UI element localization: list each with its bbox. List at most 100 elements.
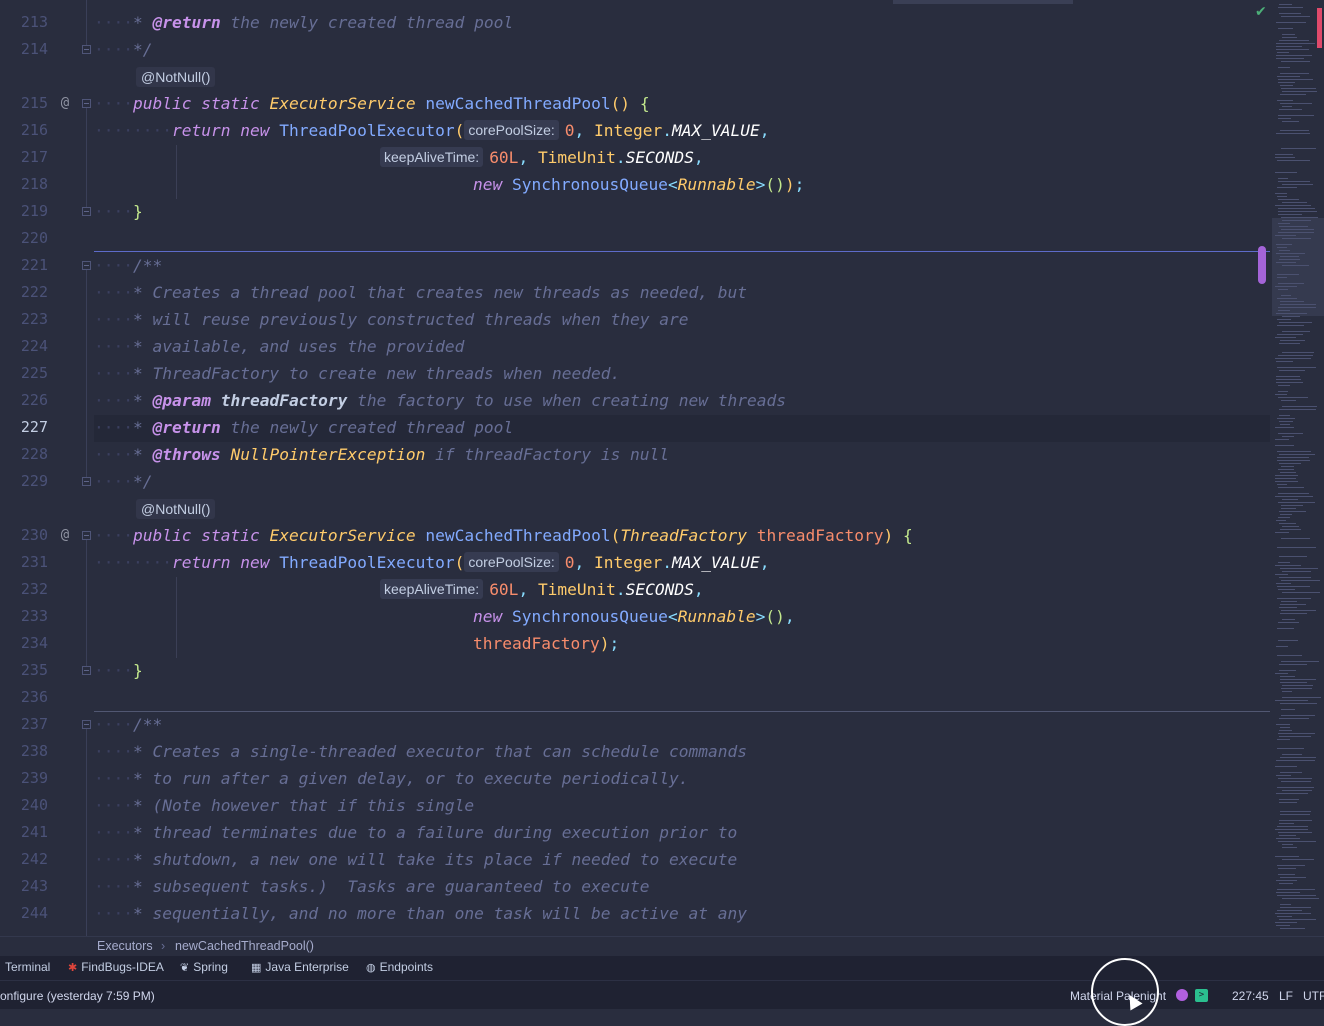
code-line: ····* @throws NullPointerException if th… [94, 445, 670, 464]
minimap-line [1280, 679, 1316, 680]
minimap-line [1280, 94, 1306, 95]
minimap-line [1276, 892, 1300, 893]
editor-scrollbar-thumb[interactable] [1258, 246, 1266, 284]
minimap-line [1281, 601, 1297, 602]
minimap-line [1276, 382, 1303, 383]
tool-terminal[interactable]: Terminal [5, 960, 50, 974]
fold-marker-icon[interactable] [82, 477, 91, 486]
minimap-line [1280, 301, 1304, 302]
minimap-line [1278, 502, 1315, 503]
breadcrumb-item[interactable]: newCachedThreadPool() [175, 939, 314, 953]
minimap-line [1277, 160, 1310, 161]
minimap-line [1278, 433, 1303, 434]
line-separator[interactable]: LF [1279, 989, 1293, 1003]
file-encoding[interactable]: UTF [1303, 989, 1324, 1003]
line-number: 238 [20, 742, 48, 760]
line-number: 229 [20, 472, 48, 490]
minimap-line [1278, 211, 1317, 212]
minimap-line [1282, 847, 1297, 848]
minimap-line [1282, 754, 1302, 755]
fold-marker-icon[interactable] [82, 720, 91, 729]
minimap-line [1279, 109, 1302, 110]
minimap-line [1278, 841, 1316, 842]
minimap-line [1278, 469, 1294, 470]
implementation-gutter-icon[interactable]: @ [56, 90, 74, 117]
line-number: 242 [20, 850, 48, 868]
minimap-line [1281, 508, 1296, 509]
minimap-line [1275, 829, 1308, 830]
fold-marker-icon[interactable] [82, 531, 91, 540]
minimap-line [1277, 826, 1308, 827]
minimap-line [1281, 466, 1294, 467]
fold-marker-icon[interactable] [82, 207, 91, 216]
minimap-line [1276, 262, 1296, 263]
minimap-line [1277, 910, 1302, 911]
minimap-line [1278, 289, 1288, 290]
minimap-line [1279, 4, 1292, 5]
minimap-line [1275, 673, 1288, 674]
code-line: ····public static ExecutorService newCac… [94, 94, 650, 113]
minimap-line [1275, 394, 1287, 395]
minimap-line [1279, 835, 1296, 836]
minimap-line [1281, 715, 1315, 716]
line-number: 223 [20, 310, 48, 328]
minimap-line [1282, 121, 1299, 122]
minimap-line [1277, 628, 1294, 629]
code-line: ····* will reuse previously constructed … [94, 310, 689, 329]
code-line: ····* ThreadFactory to create new thread… [94, 364, 621, 383]
minimap-line [1280, 904, 1291, 905]
minimap-line [1277, 367, 1316, 368]
fold-guide [86, 270, 87, 477]
tool-endpoints[interactable]: ◍ Endpoints [366, 960, 433, 974]
inspection-ok-icon[interactable]: ✔ [1255, 4, 1267, 20]
code-line: ····/** [94, 715, 163, 734]
line-number: 236 [20, 688, 48, 706]
fold-marker-icon[interactable] [82, 99, 91, 108]
line-number: 231 [20, 553, 48, 571]
terminal-status-icon[interactable]: > [1195, 989, 1208, 1002]
minimap-line [1280, 424, 1290, 425]
minimap-line [1278, 733, 1315, 734]
fold-marker-icon[interactable] [82, 261, 91, 270]
minimap-line [1277, 247, 1287, 248]
minimap-line [1280, 472, 1296, 473]
minimap-line [1276, 583, 1291, 584]
line-number-current: 227 [20, 418, 48, 436]
code-minimap[interactable] [1272, 0, 1324, 936]
minimap-line [1280, 604, 1306, 605]
minimap-line [1280, 103, 1312, 104]
minimap-line [1278, 79, 1313, 80]
minimap-line [1278, 283, 1304, 284]
minimap-line [1279, 670, 1296, 671]
minimap-line [1279, 577, 1311, 578]
minimap-line [1279, 511, 1306, 512]
error-stripe-marker[interactable] [1317, 8, 1322, 48]
tool-findbugs[interactable]: ✱ FindBugs-IDEA [68, 960, 164, 974]
minimap-line [1278, 214, 1302, 215]
minimap-line [1277, 598, 1311, 599]
fold-marker-icon[interactable] [82, 45, 91, 54]
code-line: ····*/ [94, 40, 153, 59]
minimap-line [1280, 85, 1293, 86]
minimap-line [1281, 580, 1320, 581]
status-message[interactable]: onfigure (yesterday 7:59 PM) [0, 989, 155, 1003]
implementation-gutter-icon[interactable]: @ [56, 522, 74, 549]
fold-marker-icon[interactable] [82, 666, 91, 675]
minimap-line [1278, 208, 1315, 209]
minimap-line [1281, 538, 1310, 539]
minimap-line [1277, 334, 1303, 335]
minimap-line [1281, 781, 1311, 782]
minimap-line [1278, 391, 1288, 392]
tool-java-enterprise[interactable]: ▦ Java Enterprise [251, 960, 349, 974]
code-editor[interactable]: 213 214 215 216 217 218 219 220 221 222 … [0, 0, 1272, 936]
code-line: ····* @param threadFactory the factory t… [94, 391, 786, 410]
tool-spring[interactable]: ❦ Spring [180, 960, 228, 974]
minimap-line [1275, 445, 1294, 446]
minimap-line [1279, 664, 1307, 665]
code-line: ····*/ [94, 472, 153, 491]
minimap-line [1277, 76, 1300, 77]
breadcrumb-item[interactable]: Executors [97, 939, 153, 953]
theme-color-icon[interactable] [1176, 989, 1188, 1001]
caret-position[interactable]: 227:45 [1232, 989, 1269, 1003]
minimap-line [1278, 307, 1316, 308]
